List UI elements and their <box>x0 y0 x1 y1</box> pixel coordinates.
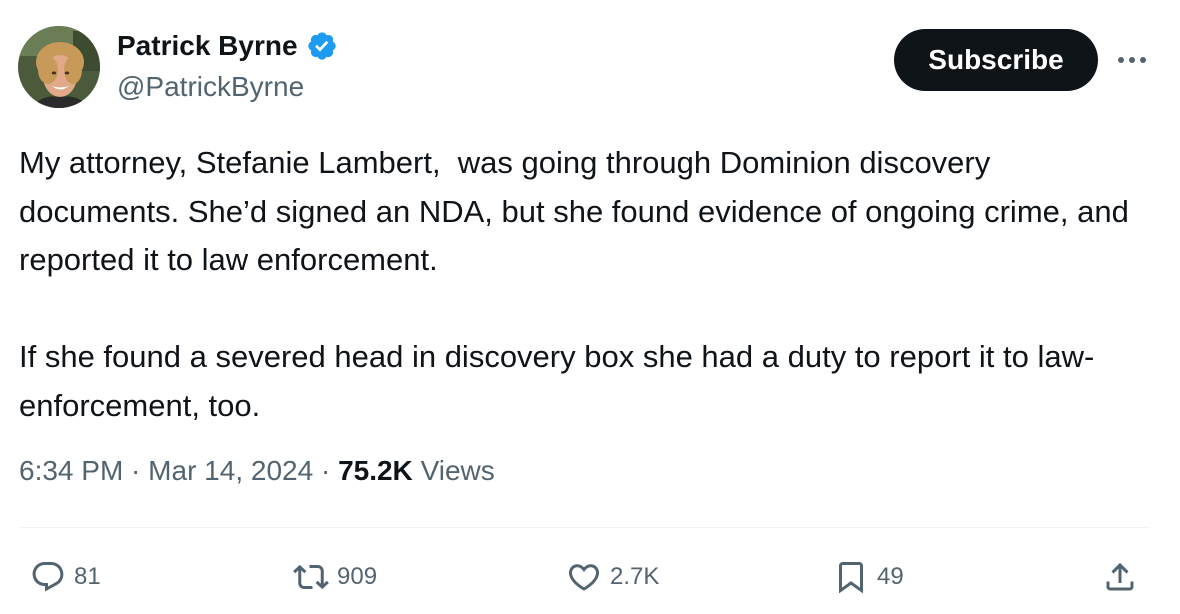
tweet-card: Patrick Byrne @PatrickByrne Subscribe My… <box>0 0 1180 614</box>
more-dot <box>1118 57 1124 63</box>
bookmark-icon <box>839 562 863 594</box>
views-count[interactable]: 75.2K <box>338 455 413 486</box>
repost-count: 909 <box>337 563 378 590</box>
views-label: Views <box>420 455 495 486</box>
divider <box>19 527 1150 528</box>
repost-button[interactable]: 909 <box>293 552 377 602</box>
bookmark-button[interactable]: 49 <box>833 552 904 602</box>
tweet-meta: 6:34 PM · Mar 14, 2024 · 75.2K Views <box>19 455 495 487</box>
tweet-paragraph: My attorney, Stefanie Lambert, was going… <box>19 145 1138 277</box>
share-icon <box>1106 562 1134 591</box>
meta-separator: · <box>123 455 149 486</box>
reply-count: 81 <box>74 563 101 590</box>
reply-icon <box>32 562 64 592</box>
like-button[interactable]: 2.7K <box>566 552 659 602</box>
like-count: 2.7K <box>610 563 660 590</box>
tweet-time[interactable]: 6:34 PM <box>19 455 123 486</box>
more-horizontal-icon[interactable] <box>1114 46 1150 74</box>
author-name-row[interactable]: Patrick Byrne <box>117 30 338 62</box>
repost-icon <box>293 564 329 590</box>
verified-badge-icon[interactable] <box>306 30 338 62</box>
more-dot <box>1140 57 1146 63</box>
avatar-image <box>18 26 100 108</box>
bookmark-count: 49 <box>877 563 904 590</box>
meta-separator: · <box>313 455 339 486</box>
subscribe-button[interactable]: Subscribe <box>894 29 1098 91</box>
action-bar: 81 909 2.7K 49 <box>0 552 1180 602</box>
tweet-paragraph: If she found a severed head in discovery… <box>19 339 1095 423</box>
author-display-name[interactable]: Patrick Byrne <box>117 30 298 62</box>
like-icon <box>568 564 600 591</box>
author-handle[interactable]: @PatrickByrne <box>117 71 304 103</box>
reply-button[interactable]: 81 <box>30 552 101 602</box>
avatar[interactable] <box>18 26 100 108</box>
more-dot <box>1129 57 1135 63</box>
tweet-date[interactable]: Mar 14, 2024 <box>148 455 313 486</box>
share-button[interactable] <box>1102 552 1138 602</box>
tweet-text: My attorney, Stefanie Lambert, was going… <box>19 139 1149 430</box>
